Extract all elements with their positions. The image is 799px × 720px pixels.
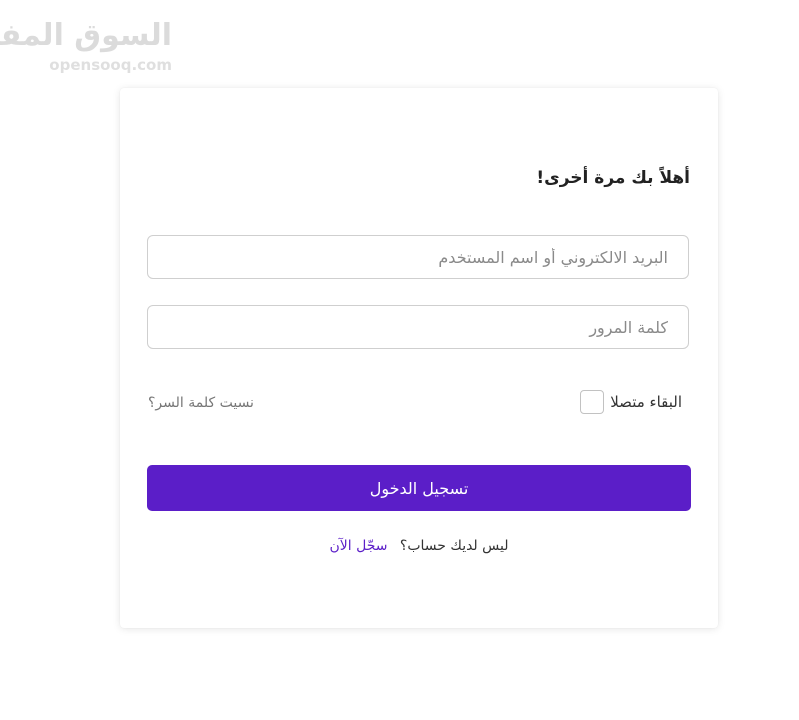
signup-prompt: ليس لديك حساب؟ سجّل الآن bbox=[120, 538, 718, 554]
opensooq-logo: السوق المفتوح opensooq.com bbox=[0, 18, 178, 76]
email-username-input[interactable] bbox=[147, 235, 689, 279]
password-input[interactable] bbox=[147, 305, 689, 349]
login-button[interactable]: تسجيل الدخول bbox=[147, 465, 691, 511]
forgot-password-link[interactable]: نسيت كلمة السر؟ bbox=[148, 395, 254, 411]
logo-arabic-text: السوق المفتوح bbox=[0, 18, 173, 53]
remember-me-group: البقاء متصلا bbox=[580, 390, 682, 414]
signup-question-text: ليس لديك حساب؟ bbox=[399, 538, 509, 554]
logo-english-text: opensooq.com bbox=[49, 56, 172, 74]
signup-link[interactable]: سجّل الآن bbox=[329, 538, 387, 554]
welcome-heading: أهلاً بك مرة أخرى! bbox=[536, 168, 690, 188]
login-card: أهلاً بك مرة أخرى! البقاء متصلا نسيت كلم… bbox=[120, 88, 718, 628]
remember-me-label[interactable]: البقاء متصلا bbox=[610, 393, 682, 411]
remember-me-checkbox[interactable] bbox=[580, 390, 605, 414]
